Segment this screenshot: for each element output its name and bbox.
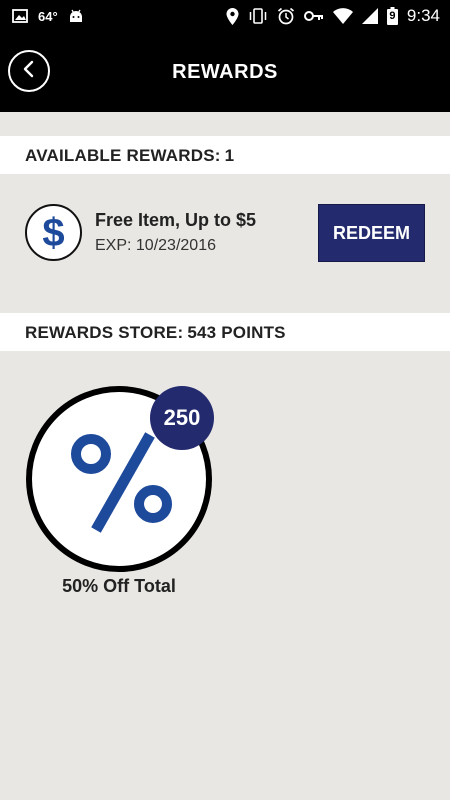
available-rewards-label: AVAILABLE REWARDS: bbox=[25, 146, 221, 165]
page-title: REWARDS bbox=[172, 61, 278, 83]
available-rewards-count: 1 bbox=[224, 146, 235, 165]
reward-expiration: EXP: 10/23/2016 bbox=[95, 237, 216, 254]
redeem-button[interactable]: REDEEM bbox=[318, 204, 425, 262]
clock-time: 9:34 bbox=[406, 6, 440, 25]
signal-icon bbox=[361, 8, 378, 24]
battery-icon: 9 bbox=[386, 7, 398, 25]
alarm-icon bbox=[277, 7, 295, 25]
dollar-icon: $ bbox=[25, 204, 82, 261]
temperature-text: 64° bbox=[38, 8, 58, 24]
android-icon bbox=[68, 8, 84, 24]
store-item-50-off[interactable]: 250 50% Off Total bbox=[26, 386, 214, 606]
status-left: 64° bbox=[12, 0, 84, 32]
wifi-icon bbox=[332, 8, 353, 24]
app-bar: REWARDS bbox=[0, 32, 450, 112]
key-icon bbox=[303, 10, 324, 22]
gallery-icon bbox=[12, 9, 28, 23]
status-right: 9 9:34 bbox=[226, 0, 440, 32]
available-rewards-header: AVAILABLE REWARDS: 1 bbox=[0, 136, 450, 174]
location-icon bbox=[226, 7, 239, 25]
battery-level: 9 bbox=[389, 10, 396, 22]
rewards-store-points: 543 POINTS bbox=[187, 323, 286, 342]
back-button[interactable] bbox=[8, 50, 50, 92]
rewards-store-label: REWARDS STORE: bbox=[25, 323, 184, 342]
reward-title: Free Item, Up to $5 bbox=[95, 210, 257, 230]
status-bar: 64° 9 9:34 bbox=[0, 0, 450, 32]
chevron-left-icon bbox=[22, 60, 36, 83]
rewards-store-header: REWARDS STORE: 543 POINTS bbox=[0, 313, 450, 351]
points-cost-badge: 250 bbox=[150, 386, 214, 450]
vibrate-icon bbox=[248, 8, 268, 24]
store-item-label: 50% Off Total bbox=[62, 576, 176, 596]
